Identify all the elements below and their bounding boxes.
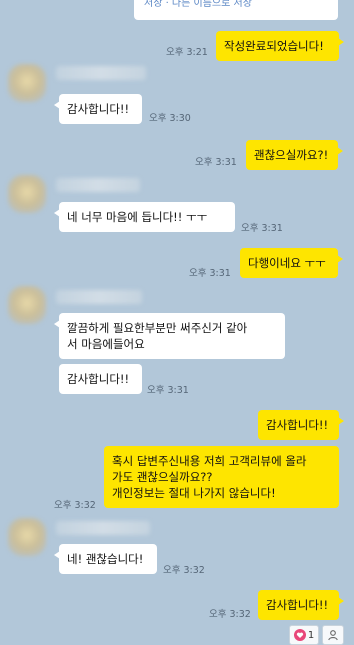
message-time: 오후 3:32 <box>54 500 96 511</box>
like-count: 1 <box>307 629 315 641</box>
avatar[interactable] <box>8 175 46 213</box>
message-time: 오후 3:31 <box>147 385 189 396</box>
my-message-bubble[interactable]: 다행이네요 ㅜㅜ <box>240 248 343 278</box>
other-message-bubble[interactable]: 감사합니다!! <box>59 364 142 394</box>
other-message-bubble[interactable]: 감사합니다!! <box>54 94 142 124</box>
message-time: 오후 3:31 <box>241 223 283 234</box>
sender-name-blurred <box>56 178 140 192</box>
avatar[interactable] <box>8 518 46 556</box>
message-time: 오후 3:21 <box>166 47 208 58</box>
sender-name-blurred <box>56 66 146 80</box>
my-message-bubble[interactable]: 괜찮으실까요?! <box>246 140 343 170</box>
other-message-bubble[interactable]: 네! 괜찮습니다! <box>54 544 157 574</box>
message-time: 오후 3:31 <box>189 268 231 279</box>
shared-card-text: 저장 · 다른 이름으로 저장 <box>144 0 252 9</box>
profile-button[interactable] <box>322 625 344 645</box>
shared-card-partial[interactable]: 저장 · 다른 이름으로 저장 <box>134 0 338 20</box>
my-message-bubble[interactable]: 혹시 답변주신내용 저희 고객리뷰에 올라 가도 괜찮으실까요?? 개인정보는 … <box>104 446 339 508</box>
person-icon <box>327 629 339 641</box>
like-button[interactable]: 1 <box>289 625 319 645</box>
other-message-bubble[interactable]: 네 너무 마음에 듭니다!! ㅜㅜ <box>54 202 235 232</box>
other-message-bubble[interactable]: 깔끔하게 필요한부분만 써주신거 같아 서 마음에들어요 <box>54 313 285 359</box>
my-message-bubble[interactable]: 감사합니다!! <box>258 590 344 620</box>
heart-icon <box>293 629 306 641</box>
message-time: 오후 3:32 <box>163 565 205 576</box>
my-message-bubble[interactable]: 작성완료되었습니다! <box>216 31 344 61</box>
sender-name-blurred <box>56 290 142 304</box>
avatar[interactable] <box>8 286 46 324</box>
sender-name-blurred <box>56 521 150 535</box>
message-time: 오후 3:31 <box>195 157 237 168</box>
my-message-bubble[interactable]: 감사합니다!! <box>258 410 344 440</box>
message-time: 오후 3:32 <box>209 609 251 620</box>
avatar[interactable] <box>8 64 46 102</box>
message-time: 오후 3:30 <box>149 113 191 124</box>
